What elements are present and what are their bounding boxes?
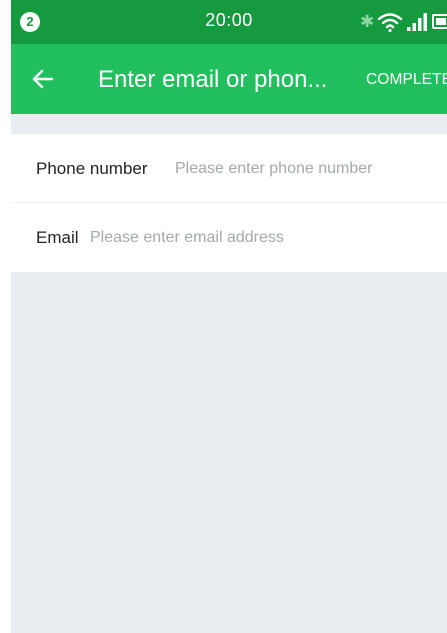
page-title: Enter email or phon...: [98, 66, 328, 93]
battery-icon: [432, 14, 447, 29]
wifi-icon: [377, 13, 403, 33]
app-window: 2 20:00 ✱ Enter email or phon... COMPLET…: [11, 0, 447, 633]
arrow-left-icon: [32, 69, 54, 89]
back-button[interactable]: [25, 61, 61, 97]
bluetooth-icon: ✱: [360, 12, 375, 31]
contact-form: Phone number Email: [11, 134, 447, 272]
left-edge-strip: [0, 0, 11, 633]
phone-input[interactable]: [175, 156, 445, 182]
app-bar: Enter email or phon... COMPLETE: [11, 44, 447, 114]
email-label: Email: [36, 228, 79, 247]
status-bar: 2 20:00 ✱: [11, 0, 447, 44]
email-row: Email: [11, 203, 447, 272]
screen: 2 20:00 ✱ Enter email or phon... COMPLET…: [0, 0, 447, 633]
email-input[interactable]: [90, 225, 445, 251]
complete-button[interactable]: COMPLETE: [366, 70, 447, 90]
phone-row: Phone number: [11, 134, 447, 203]
phone-label: Phone number: [36, 159, 148, 178]
signal-icon: [407, 13, 427, 31]
status-icons: ✱: [337, 11, 447, 33]
